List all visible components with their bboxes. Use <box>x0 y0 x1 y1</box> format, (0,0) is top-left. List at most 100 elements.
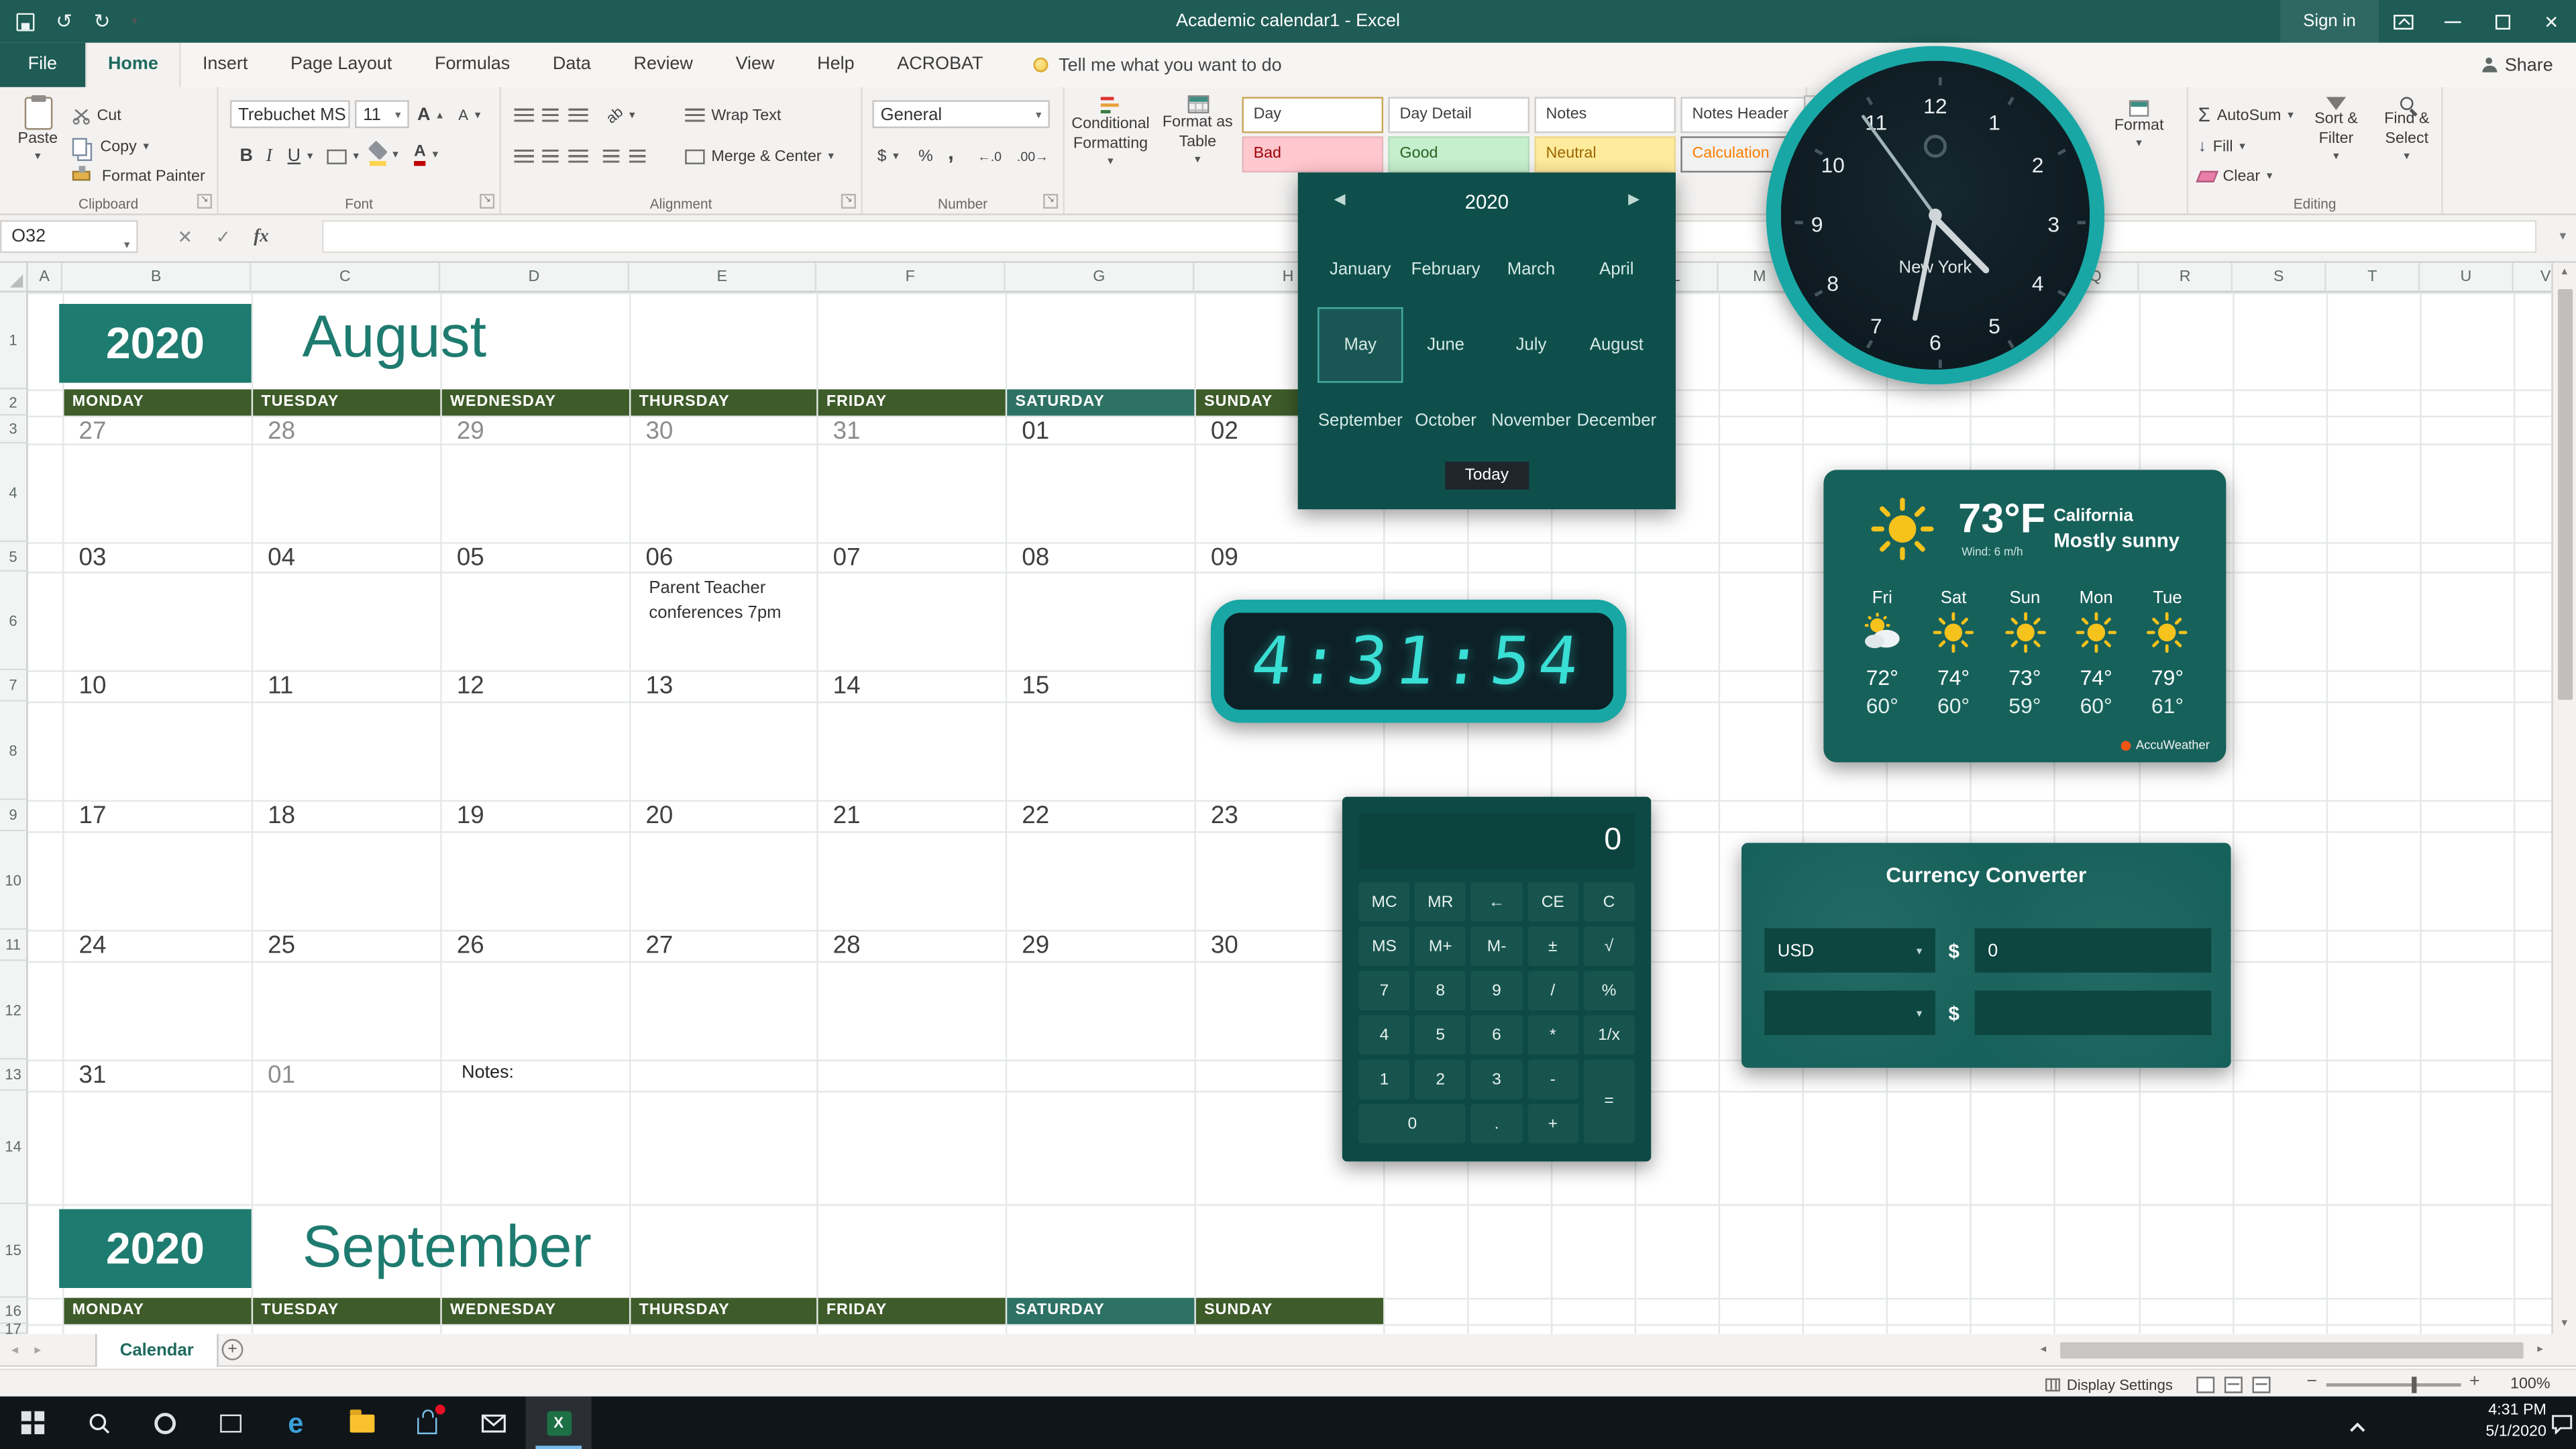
orientation-button[interactable]: ab▾ <box>606 102 635 128</box>
zoom-out-button[interactable]: − <box>2306 1372 2317 1391</box>
increase-font-button[interactable]: A▴ <box>417 102 443 128</box>
column-header-T[interactable]: T <box>2326 263 2420 292</box>
month-cell-october[interactable]: October <box>1403 383 1488 459</box>
scroll-up-icon[interactable]: ▲ <box>2553 268 2576 278</box>
to-currency-select[interactable]: ▾ <box>1764 991 1935 1035</box>
calc-key--[interactable]: - <box>1527 1060 1578 1099</box>
sheet-tab-calendar[interactable]: Calendar <box>95 1334 219 1367</box>
align-right-button[interactable] <box>568 143 588 169</box>
undo-icon[interactable]: ↺ <box>56 11 72 31</box>
align-top-button[interactable] <box>515 102 534 128</box>
edge-button[interactable]: e <box>263 1397 329 1449</box>
accounting-format-button[interactable]: $▾ <box>877 143 899 169</box>
date-cell[interactable]: 27 <box>645 932 673 960</box>
calc-key-±[interactable]: ± <box>1527 926 1578 966</box>
minimize-button[interactable] <box>2428 0 2477 43</box>
from-currency-select[interactable]: USD▾ <box>1764 928 1935 973</box>
sign-in-button[interactable]: Sign in <box>2280 0 2379 43</box>
date-cell[interactable]: 10 <box>79 672 107 700</box>
clear-button[interactable]: Clear▾ <box>2198 162 2273 189</box>
start-button[interactable] <box>0 1397 66 1449</box>
ribbon-tab-help[interactable]: Help <box>796 43 875 87</box>
date-cell[interactable]: 24 <box>79 932 107 960</box>
row-header-14[interactable]: 14 <box>0 1091 28 1204</box>
increase-indent-button[interactable] <box>629 143 645 169</box>
tray-expand-icon[interactable] <box>2349 1413 2365 1442</box>
date-cell[interactable]: 27 <box>79 417 107 445</box>
calc-key-1/x[interactable]: 1/x <box>1583 1015 1634 1055</box>
calc-key-*[interactable]: * <box>1527 1015 1578 1055</box>
conditional-formatting-button[interactable]: Conditional Formatting ▾ <box>1068 95 1153 169</box>
redo-icon[interactable]: ↻ <box>94 11 111 31</box>
row-header-11[interactable]: 11 <box>0 930 28 961</box>
calc-key-M-[interactable]: M- <box>1471 926 1522 966</box>
clipboard-dialog-launcher[interactable]: ↘ <box>197 194 212 209</box>
style-chip-day[interactable]: Day <box>1242 97 1383 133</box>
date-cell[interactable]: 11 <box>268 672 293 700</box>
style-chip-notes[interactable]: Notes <box>1534 97 1676 133</box>
ribbon-tab-home[interactable]: Home <box>85 43 181 87</box>
calc-key-1[interactable]: 1 <box>1358 1060 1409 1099</box>
month-cell-november[interactable]: November <box>1489 383 1574 459</box>
vertical-scroll-thumb[interactable] <box>2558 289 2573 700</box>
scroll-right-icon[interactable]: ▸ <box>2537 1339 2543 1360</box>
page-layout-view-button[interactable] <box>2224 1376 2243 1392</box>
font-size-combo[interactable]: 11▾ <box>355 100 409 128</box>
calc-key-C[interactable]: C <box>1583 882 1634 922</box>
excel-taskbar-button[interactable]: X <box>526 1397 592 1449</box>
from-amount-input[interactable]: 0 <box>1975 928 2212 973</box>
ribbon-tab-view[interactable]: View <box>714 43 796 87</box>
ribbon-tab-review[interactable]: Review <box>612 43 714 87</box>
worksheet-grid[interactable]: ABCDEFGHIJKLMNOPQRSTUV123456789101112131… <box>0 263 2551 1334</box>
format-cells-button[interactable]: Format▾ <box>2096 100 2182 151</box>
date-cell[interactable]: 02 <box>1211 417 1238 445</box>
date-cell[interactable]: 01 <box>1022 417 1049 445</box>
calc-key-3[interactable]: 3 <box>1471 1060 1522 1099</box>
sort-filter-button[interactable]: Sort & Filter▾ <box>2300 97 2373 164</box>
display-settings-button[interactable]: Display Settings <box>2045 1370 2173 1398</box>
style-chip-bad[interactable]: Bad <box>1242 136 1383 172</box>
maximize-button[interactable] <box>2477 0 2526 43</box>
calc-key-7[interactable]: 7 <box>1358 971 1409 1010</box>
calc-key-MR[interactable]: MR <box>1415 882 1466 922</box>
month-cell-june[interactable]: June <box>1403 307 1488 383</box>
date-cell[interactable]: 06 <box>645 544 673 572</box>
date-cell[interactable]: 31 <box>833 417 861 445</box>
share-button[interactable]: Share <box>2482 43 2576 87</box>
style-chip-neutral[interactable]: Neutral <box>1534 136 1676 172</box>
number-format-combo[interactable]: General▾ <box>872 100 1049 128</box>
column-header-C[interactable]: C <box>252 263 441 292</box>
font-color-button[interactable]: A▾ <box>414 142 438 168</box>
date-cell[interactable]: 03 <box>79 544 107 572</box>
date-cell[interactable]: 13 <box>645 672 673 700</box>
date-cell[interactable]: 25 <box>268 932 295 960</box>
font-dialog-launcher[interactable]: ↘ <box>480 194 494 209</box>
column-header-B[interactable]: B <box>62 263 252 292</box>
column-header-D[interactable]: D <box>440 263 629 292</box>
row-header-10[interactable]: 10 <box>0 831 28 930</box>
date-cell[interactable]: 23 <box>1211 802 1238 830</box>
comma-style-button[interactable]: , <box>948 138 954 164</box>
column-header-V[interactable]: V <box>2514 263 2551 292</box>
task-view-button[interactable] <box>197 1397 263 1449</box>
merge-center-button[interactable]: Merge & Center▾ <box>685 143 834 169</box>
calc-key-+[interactable]: + <box>1527 1104 1578 1144</box>
calc-key-CE[interactable]: CE <box>1527 882 1578 922</box>
vertical-scrollbar[interactable]: ▲ ▼ <box>2551 263 2576 1334</box>
row-header-7[interactable]: 7 <box>0 670 28 702</box>
sheet-nav-left-icon[interactable]: ◂ <box>3 1334 26 1367</box>
select-all-corner[interactable] <box>0 263 28 292</box>
row-header-6[interactable]: 6 <box>0 572 28 670</box>
row-header-3[interactable]: 3 <box>0 416 28 444</box>
calc-key-6[interactable]: 6 <box>1471 1015 1522 1055</box>
row-header-17[interactable]: 17 <box>0 1324 28 1334</box>
normal-view-button[interactable] <box>2196 1376 2214 1392</box>
align-bottom-button[interactable] <box>568 102 588 128</box>
zoom-level[interactable]: 100% <box>2510 1370 2551 1398</box>
date-cell[interactable]: 29 <box>457 417 484 445</box>
date-cell[interactable]: 09 <box>1211 544 1238 572</box>
date-cell[interactable]: 01 <box>268 1061 295 1089</box>
cortana-button[interactable] <box>131 1397 197 1449</box>
date-cell[interactable]: 15 <box>1022 672 1049 700</box>
column-header-A[interactable]: A <box>28 263 62 292</box>
